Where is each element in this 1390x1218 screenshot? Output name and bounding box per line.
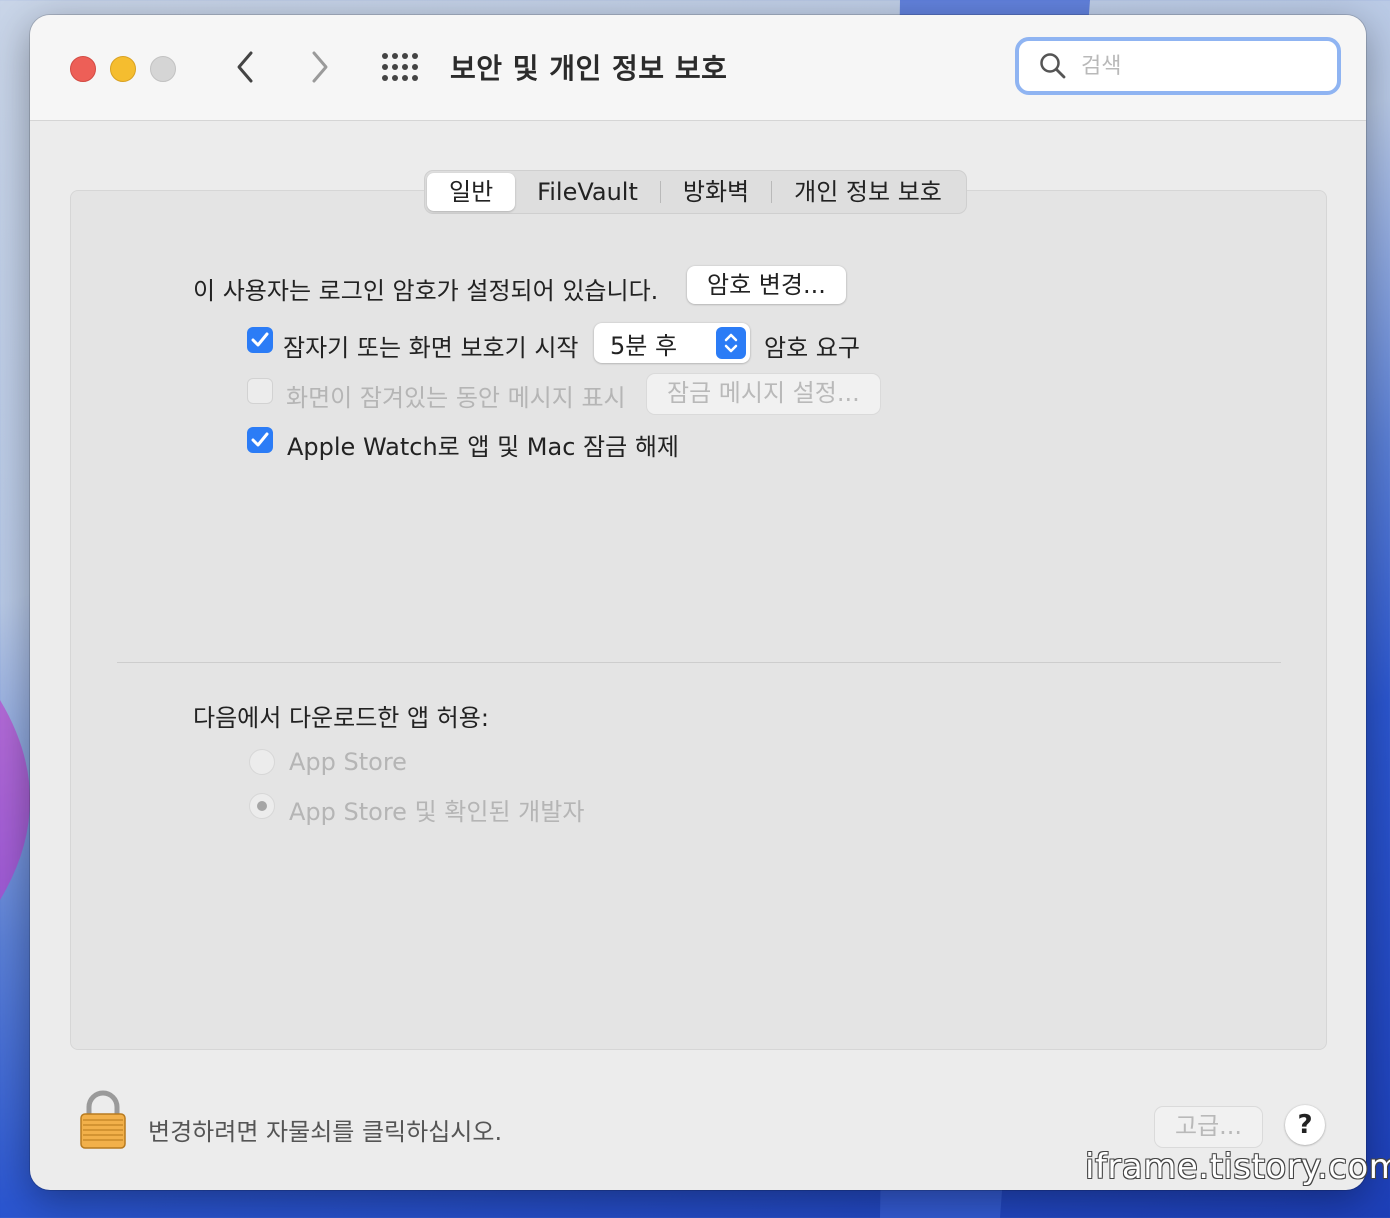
apple-watch-unlock-checkbox[interactable] [247, 427, 273, 453]
app-store-identified-label: App Store 및 확인된 개발자 [289, 798, 585, 826]
zoom-button[interactable] [150, 56, 176, 82]
forward-button[interactable] [300, 45, 340, 89]
radio-dot [257, 801, 267, 811]
grid-icon [382, 53, 418, 81]
chevron-right-icon [312, 51, 328, 83]
password-delay-value: 5분 후 [610, 331, 678, 360]
minimize-button[interactable] [110, 56, 136, 82]
change-password-button[interactable]: 암호 변경... [687, 266, 846, 304]
search-input[interactable] [1079, 52, 1303, 80]
password-delay-select[interactable]: 5분 후 [594, 323, 750, 363]
preferences-window: 보안 및 개인 정보 보호 이 사용자는 로그인 암호가 설정되어 있습니다. … [30, 15, 1366, 1190]
tab-general[interactable]: 일반 [427, 173, 516, 211]
chevron-left-icon [237, 51, 253, 83]
title-bar: 보안 및 개인 정보 보호 [30, 15, 1366, 121]
help-button[interactable]: ? [1285, 1105, 1325, 1145]
stepper-icon [716, 327, 746, 359]
set-lock-message-button[interactable]: 잠금 메시지 설정... [647, 374, 880, 414]
app-store-radio[interactable] [249, 749, 275, 775]
app-store-identified-radio[interactable] [249, 793, 275, 819]
checkmark-icon [251, 432, 269, 447]
app-store-radio-label: App Store [289, 748, 407, 776]
require-password-checkbox[interactable] [247, 327, 273, 353]
lock-hint-text: 변경하려면 자물쇠를 클릭하십시오. [148, 1118, 503, 1146]
lock-button[interactable] [78, 1090, 128, 1154]
back-button[interactable] [225, 45, 265, 89]
watermark-text: iframe.tistory.com [1085, 1147, 1390, 1187]
tab-filevault[interactable]: FileVault [515, 173, 660, 211]
lock-message-label: 화면이 잠겨있는 동안 메시지 표시 [286, 384, 626, 412]
lock-icon [80, 1090, 126, 1149]
general-pane: 이 사용자는 로그인 암호가 설정되어 있습니다. 암호 변경... 잠자기 또… [70, 190, 1327, 1050]
window-title: 보안 및 개인 정보 보호 [450, 52, 728, 85]
lock-message-checkbox[interactable] [247, 378, 273, 404]
tab-firewall[interactable]: 방화벽 [661, 173, 771, 211]
apple-watch-unlock-label: Apple Watch로 앱 및 Mac 잠금 해제 [287, 433, 679, 461]
advanced-button[interactable]: 고급... [1155, 1107, 1263, 1147]
search-field[interactable] [1015, 37, 1341, 95]
allow-apps-heading: 다음에서 다운로드한 앱 허용: [193, 704, 489, 732]
tab-bar: 일반 FileVault 방화벽 개인 정보 보호 [424, 170, 967, 214]
require-password-label: 잠자기 또는 화면 보호기 시작 [283, 334, 579, 362]
password-status-text: 이 사용자는 로그인 암호가 설정되어 있습니다. [193, 277, 659, 305]
tab-privacy[interactable]: 개인 정보 보호 [772, 173, 964, 211]
section-divider [117, 662, 1281, 663]
require-password-suffix: 암호 요구 [764, 334, 860, 362]
close-button[interactable] [70, 56, 96, 82]
checkmark-icon [251, 332, 269, 347]
search-icon [1040, 53, 1066, 79]
show-all-button[interactable] [380, 51, 424, 85]
